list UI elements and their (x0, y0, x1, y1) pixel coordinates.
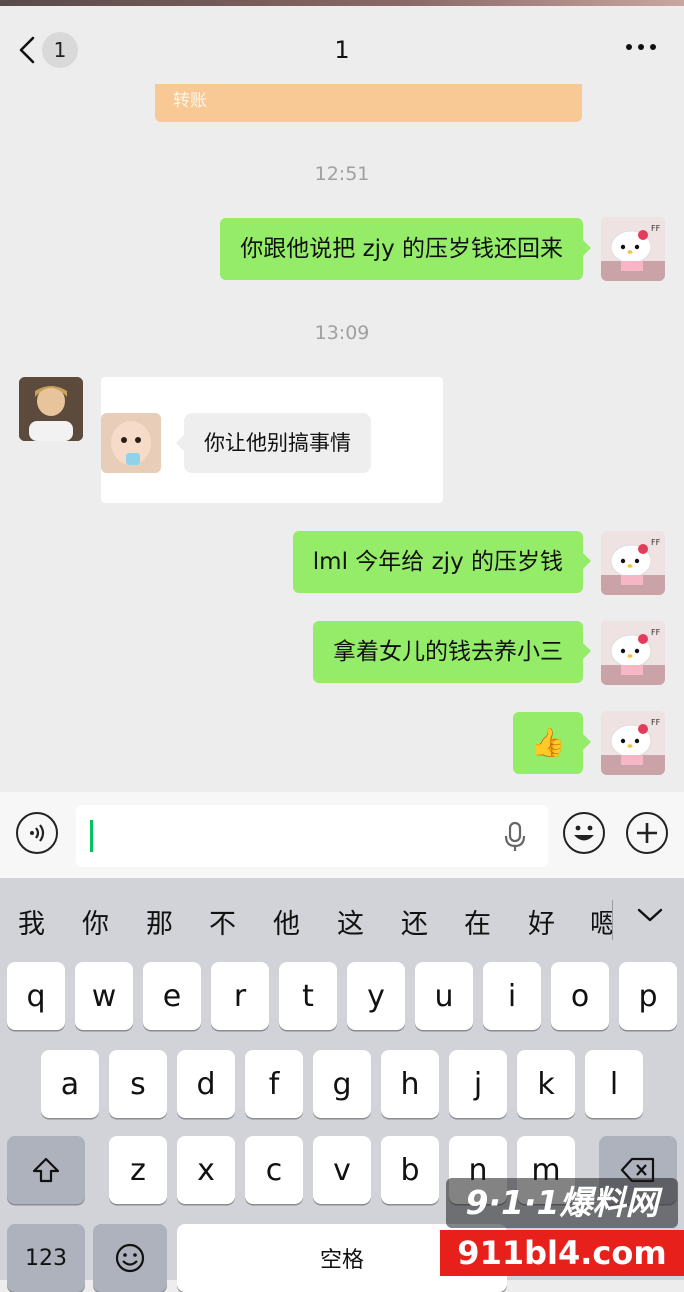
key-o[interactable]: o (551, 962, 609, 1030)
candidate-word[interactable]: 这 (337, 902, 364, 941)
plus-icon[interactable] (626, 812, 668, 854)
svg-text:FF: FF (651, 538, 661, 547)
forwarded-chat-card[interactable]: 你让他别搞事情 (101, 377, 443, 503)
key-j[interactable]: j (449, 1050, 507, 1118)
avatar-me[interactable]: FF (601, 217, 665, 281)
input-bar (0, 792, 684, 878)
emoji-icon (115, 1243, 145, 1273)
watermark-url: 911bl4.com (440, 1230, 684, 1276)
emoji-icon[interactable] (563, 812, 605, 854)
emoji-key[interactable] (93, 1224, 167, 1292)
hello-kitty-avatar-image: FF (601, 711, 665, 775)
avatar-contact[interactable] (19, 377, 83, 441)
key-h[interactable]: h (381, 1050, 439, 1118)
avatar-me[interactable]: FF (601, 621, 665, 685)
baby-avatar (101, 413, 161, 473)
candidate-word[interactable]: 那 (146, 902, 173, 941)
key-q[interactable]: q (7, 962, 65, 1030)
svg-text:FF: FF (651, 628, 661, 637)
candidate-bar: 我 你 那 不 他 这 还 在 好 嗯 (0, 878, 684, 960)
key-x[interactable]: x (177, 1136, 235, 1204)
shift-key[interactable] (7, 1136, 85, 1204)
watermark-title: 9·1·1爆料网 (446, 1178, 678, 1228)
avatar-me[interactable]: FF (601, 531, 665, 595)
message-bubble[interactable]: 你跟他说把 zjy 的压岁钱还回来 (220, 218, 591, 280)
microphone-icon[interactable] (504, 821, 526, 853)
key-p[interactable]: p (619, 962, 677, 1030)
candidate-word[interactable]: 好 (528, 902, 555, 941)
transfer-label: 转账 (173, 91, 207, 111)
candidate-word[interactable]: 嗯 (590, 902, 612, 941)
timestamp: 12:51 (314, 163, 370, 185)
key-b[interactable]: b (381, 1136, 439, 1204)
key-w[interactable]: w (75, 962, 133, 1030)
svg-text:FF: FF (651, 224, 661, 233)
key-d[interactable]: d (177, 1050, 235, 1118)
chevron-down-icon[interactable] (636, 906, 664, 924)
candidate-word[interactable]: 还 (401, 902, 428, 941)
key-i[interactable]: i (483, 962, 541, 1030)
hello-kitty-avatar-image: FF (601, 531, 665, 595)
key-r[interactable]: r (211, 962, 269, 1030)
shift-icon (32, 1157, 60, 1183)
key-f[interactable]: f (245, 1050, 303, 1118)
key-z[interactable]: z (109, 1136, 167, 1204)
hello-kitty-avatar-image: FF (601, 621, 665, 685)
key-g[interactable]: g (313, 1050, 371, 1118)
chat-title: 1 (334, 36, 350, 64)
key-e[interactable]: e (143, 962, 201, 1030)
candidate-word[interactable]: 在 (464, 902, 491, 941)
thumbs-up-message[interactable]: 👍 (513, 712, 591, 774)
message-bubble[interactable]: 拿着女儿的钱去养小三 (313, 621, 591, 683)
message-bubble[interactable]: lml 今年给 zjy 的压岁钱 (292, 531, 592, 593)
voice-input-icon[interactable] (16, 812, 58, 854)
svg-text:FF: FF (651, 718, 661, 727)
key-s[interactable]: s (109, 1050, 167, 1118)
candidate-word[interactable]: 他 (273, 902, 300, 941)
message-input[interactable] (76, 805, 548, 867)
key-k[interactable]: k (517, 1050, 575, 1118)
numbers-key[interactable]: 123 (7, 1224, 85, 1292)
candidate-word[interactable]: 不 (209, 902, 236, 941)
key-t[interactable]: t (279, 962, 337, 1030)
baby-photo-image (101, 413, 161, 473)
key-l[interactable]: l (585, 1050, 643, 1118)
candidate-word[interactable]: 你 (82, 902, 109, 941)
watermark: 9·1·1爆料网 911bl4.com (440, 1172, 684, 1280)
forwarded-message: 你让他别搞事情 (176, 413, 371, 473)
key-c[interactable]: c (245, 1136, 303, 1204)
timestamp: 13:09 (314, 322, 370, 344)
key-v[interactable]: v (313, 1136, 371, 1204)
contact-photo-image (19, 377, 83, 441)
hello-kitty-avatar-image: FF (601, 217, 665, 281)
text-caret (90, 820, 93, 852)
chat-header: 1 1 (0, 6, 684, 88)
key-y[interactable]: y (347, 962, 405, 1030)
candidate-divider (612, 900, 613, 940)
key-a[interactable]: a (41, 1050, 99, 1118)
more-icon[interactable] (626, 44, 656, 50)
transfer-card[interactable]: 转账 (155, 84, 582, 122)
avatar-me[interactable]: FF (601, 711, 665, 775)
key-u[interactable]: u (415, 962, 473, 1030)
candidate-word[interactable]: 我 (18, 902, 45, 941)
